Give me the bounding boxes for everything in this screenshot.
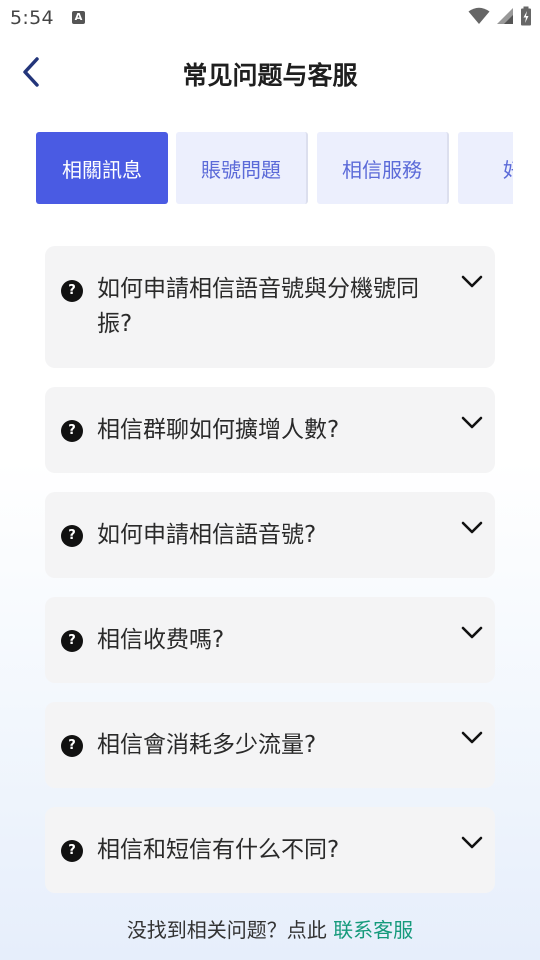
battery-icon [521, 6, 531, 26]
wifi-icon [468, 7, 490, 24]
question-icon: ? [61, 525, 83, 547]
tab-account[interactable]: 賬號問題 [176, 132, 308, 204]
notification-icon: A [72, 11, 85, 24]
faq-question: 如何申請相信語音號? [97, 522, 317, 548]
chevron-down-icon [461, 626, 483, 639]
contact-support-link[interactable]: 联系客服 [333, 918, 413, 942]
tab-label: 賬號問題 [201, 157, 281, 182]
faq-item[interactable]: ? 相信收费嗎? [45, 597, 495, 683]
signal-icon [497, 8, 513, 24]
category-tabs: 相關訊息 賬號問題 相信服務 好友 [36, 132, 513, 204]
chevron-down-icon [461, 275, 483, 288]
status-time: 5:54 [10, 7, 54, 29]
header: 常见问题与客服 [0, 36, 540, 108]
tab-service[interactable]: 相信服務 [317, 132, 449, 204]
chevron-down-icon [461, 731, 483, 744]
chevron-down-icon [461, 521, 483, 534]
faq-item[interactable]: ? 相信會消耗多少流量? [45, 702, 495, 788]
tab-friends[interactable]: 好友 [458, 132, 513, 204]
faq-question: 相信會消耗多少流量? [97, 732, 317, 758]
question-icon: ? [61, 735, 83, 757]
faq-item[interactable]: ? 如何申請相信語音號? [45, 492, 495, 578]
footer-prompt: 没找到相关问题？点此 [126, 918, 327, 942]
question-icon: ? [61, 840, 83, 862]
faq-question: 相信群聊如何擴增人數? [97, 417, 340, 443]
tab-related-info[interactable]: 相關訊息 [36, 132, 168, 204]
status-icons [468, 6, 532, 26]
tab-label: 好友 [503, 154, 513, 183]
tab-label: 相信服務 [342, 157, 422, 182]
faq-question: 如何申請相信語音號與分機號同振? [97, 276, 419, 337]
faq-item[interactable]: ? 相信群聊如何擴增人數? [45, 387, 495, 473]
question-icon: ? [61, 630, 83, 652]
chevron-down-icon [461, 416, 483, 429]
page-title: 常见问题与客服 [182, 61, 358, 90]
footer: 没找到相关问题？点此 联系客服 [0, 914, 540, 943]
question-icon: ? [61, 280, 83, 302]
tab-label: 相關訊息 [62, 157, 142, 182]
chevron-down-icon [461, 836, 483, 849]
faq-question: 相信和短信有什么不同? [97, 837, 340, 863]
faq-item[interactable]: ? 相信和短信有什么不同? [45, 807, 495, 893]
status-bar: 5:54 A [0, 0, 540, 36]
faq-item[interactable]: ? 如何申請相信語音號與分機號同振? [45, 246, 495, 368]
question-icon: ? [61, 420, 83, 442]
faq-question: 相信收费嗎? [97, 627, 225, 653]
